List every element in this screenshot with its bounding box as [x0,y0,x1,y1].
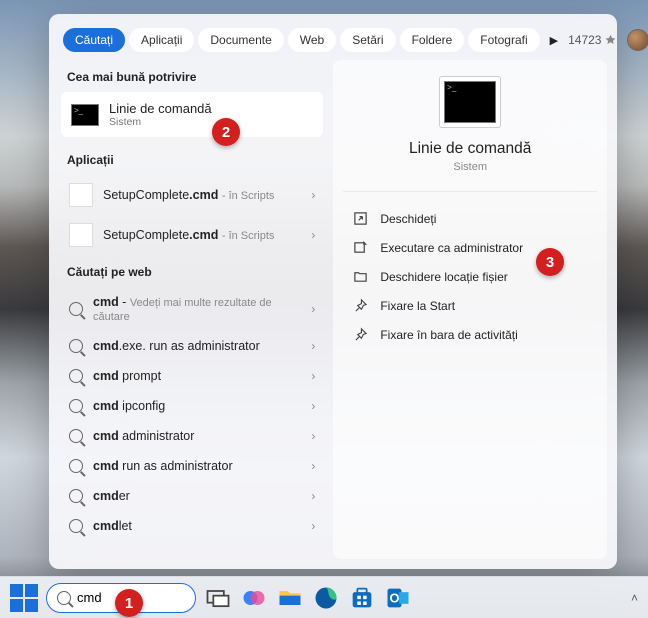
tab-settings[interactable]: Setări [340,28,395,52]
edge-icon[interactable] [312,584,340,612]
best-match-subtitle: Sistem [109,116,212,128]
pin-icon [353,298,368,313]
file-icon [69,223,93,247]
section-web: Căutați pe web [59,255,325,287]
chevron-right-icon: › [311,459,315,473]
chevron-right-icon: › [311,228,315,242]
cmd-icon [71,104,99,126]
open-icon [353,211,368,226]
chevron-right-icon: › [311,519,315,533]
chevron-right-icon: › [311,188,315,202]
preview-subtitle: Sistem [453,161,487,173]
chevron-right-icon: › [311,399,315,413]
search-icon [69,339,83,353]
web-result[interactable]: cmdlet › [59,511,325,541]
app-result[interactable]: SetupComplete.cmd - în Scripts › [59,175,325,215]
chevron-right-icon: › [311,302,315,316]
search-icon [69,459,83,473]
search-tabs: Căutați Aplicații Documente Web Setări F… [49,14,617,60]
section-best-match: Cea mai bună potrivire [59,60,325,92]
search-icon [69,429,83,443]
search-icon [69,369,83,383]
tabs-more-arrow-icon[interactable]: ▶ [544,34,564,47]
web-result[interactable]: cmd run as administrator › [59,451,325,481]
file-icon [69,183,93,207]
svg-text:O: O [390,590,400,605]
file-explorer-icon[interactable] [276,584,304,612]
section-apps: Aplicații [59,143,325,175]
preview-action-open[interactable]: Deschideți [343,204,597,233]
web-result[interactable]: cmd - Vedeți mai multe rezultate de căut… [59,287,325,331]
search-icon [69,489,83,503]
chevron-right-icon: › [311,369,315,383]
start-button[interactable] [10,584,38,612]
search-icon [69,399,83,413]
search-icon [69,519,83,533]
points-value: 14723 [568,33,601,47]
system-tray[interactable]: ˄ [631,591,638,605]
admin-icon [353,240,368,255]
best-match-item[interactable]: Linie de comandă Sistem [61,92,323,137]
tab-documents[interactable]: Documente [198,28,283,52]
preview-app-icon [439,76,501,128]
pin-icon [353,327,368,342]
chevron-right-icon: › [311,489,315,503]
search-panel: Căutați Aplicații Documente Web Setări F… [49,14,617,569]
preview-action-pin[interactable]: Fixare în bara de activități [343,320,597,349]
preview-pane: Linie de comandă Sistem DeschidețiExecut… [333,60,607,559]
copilot-icon[interactable] [240,584,268,612]
app-result[interactable]: SetupComplete.cmd - în Scripts › [59,215,325,255]
results-column: Cea mai bună potrivire Linie de comandă … [59,60,325,559]
web-result[interactable]: cmd administrator › [59,421,325,451]
tab-search[interactable]: Căutați [63,28,125,52]
annotation-3: 3 [536,248,564,276]
search-icon [69,302,83,316]
annotation-2: 2 [212,118,240,146]
web-result[interactable]: cmd.exe. run as administrator › [59,331,325,361]
web-result[interactable]: cmd ipconfig › [59,391,325,421]
preview-action-pin[interactable]: Fixare la Start [343,291,597,320]
preview-title: Linie de comandă [409,140,531,158]
taskbar: O ˄ [0,576,648,618]
web-result[interactable]: cmder › [59,481,325,511]
folder-icon [353,269,368,284]
task-view-icon[interactable] [204,584,232,612]
rewards-points[interactable]: 14723 [568,33,617,47]
tray-chevron-icon[interactable]: ˄ [631,591,638,605]
search-icon [57,591,71,605]
chevron-right-icon: › [311,339,315,353]
tab-folders[interactable]: Foldere [400,28,465,52]
tab-photos[interactable]: Fotografi [468,28,539,52]
outlook-icon[interactable]: O [384,584,412,612]
tab-web[interactable]: Web [288,28,336,52]
tab-apps[interactable]: Aplicații [129,28,194,52]
chevron-right-icon: › [311,429,315,443]
web-result[interactable]: cmd prompt › [59,361,325,391]
user-avatar[interactable] [627,29,648,51]
annotation-1: 1 [115,589,143,617]
store-icon[interactable] [348,584,376,612]
best-match-title: Linie de comandă [109,101,212,116]
